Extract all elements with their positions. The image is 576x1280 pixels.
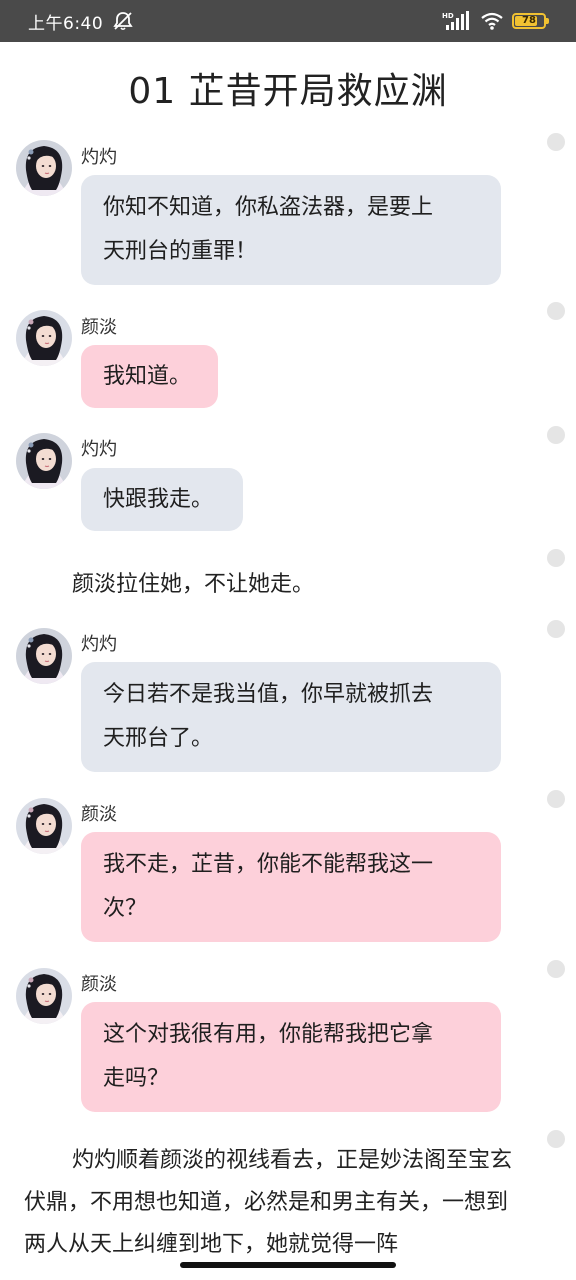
comment-dot[interactable] xyxy=(547,133,565,151)
status-time: 上午6:40 xyxy=(28,14,104,34)
dialogue-bubble[interactable]: 这个对我很有用，你能帮我把它拿 走吗？ xyxy=(81,1002,501,1112)
dialogue-text: 这个对我很有用，你能帮我把它拿 走吗？ xyxy=(103,1013,433,1101)
comment-dot[interactable] xyxy=(547,426,565,444)
comment-dot[interactable] xyxy=(547,620,565,638)
dialogue-line: 我不走，芷昔，你能不能帮我这一 xyxy=(103,852,434,877)
dialogue-text: 今日若不是我当值，你早就被抓去 天邢台了。 xyxy=(103,673,433,761)
speaker-name: 颜淡 xyxy=(81,804,117,825)
narration-text[interactable]: 颜淡拉住她，不让她走。 xyxy=(72,566,314,598)
dialogue-line: 你知不知道，你私盗法器，是要上 xyxy=(103,195,434,220)
cellular-signal-icon: HD xyxy=(442,11,469,30)
avatar-yandan[interactable] xyxy=(16,310,72,366)
dialogue-line: 天邢台了。 xyxy=(103,726,214,751)
comment-dot[interactable] xyxy=(547,549,565,567)
dialogue-bubble[interactable]: 我知道。 xyxy=(81,345,218,408)
battery-percentage: 78 xyxy=(522,15,536,26)
speaker-name: 灼灼 xyxy=(81,147,117,168)
avatar-zhuozhuo[interactable] xyxy=(16,628,72,684)
home-indicator[interactable] xyxy=(180,1262,396,1268)
comment-dot[interactable] xyxy=(547,302,565,320)
dialogue-bubble[interactable]: 快跟我走。 xyxy=(81,468,243,531)
speaker-name: 颜淡 xyxy=(81,317,117,338)
speaker-name: 颜淡 xyxy=(81,974,117,995)
chapter-title: 01 芷昔开局救应渊 xyxy=(128,71,448,112)
dialogue-text: 你知不知道，你私盗法器，是要上 天刑台的重罪！ xyxy=(103,186,433,274)
story-paragraph[interactable]: 灼灼顺着颜淡的视线看去，正是妙法阁至宝玄伏鼎，不用想也知道，必然是和男主有关，一… xyxy=(24,1140,524,1266)
comment-dot[interactable] xyxy=(547,960,565,978)
dialogue-line: 走吗？ xyxy=(103,1066,170,1091)
battery-icon: 78 xyxy=(512,13,549,29)
status-bar: 上午6:40 HD 78 xyxy=(0,0,576,42)
dialogue-text: 快跟我走。 xyxy=(103,486,214,512)
dialogue-line: 次？ xyxy=(103,896,148,921)
wifi-icon xyxy=(481,12,503,30)
dialogue-text: 我知道。 xyxy=(103,363,192,389)
avatar-zhuozhuo[interactable] xyxy=(16,433,72,489)
speaker-name: 灼灼 xyxy=(81,634,117,655)
avatar-zhuozhuo[interactable] xyxy=(16,140,72,196)
dialogue-line: 天刑台的重罪！ xyxy=(103,239,258,264)
avatar-yandan[interactable] xyxy=(16,968,72,1024)
status-icons: HD 78 xyxy=(442,10,549,32)
dialogue-bubble[interactable]: 我不走，芷昔，你能不能帮我这一 次？ xyxy=(81,832,501,942)
comment-dot[interactable] xyxy=(547,1130,565,1148)
network-type-label: HD xyxy=(442,12,454,20)
dialogue-bubble[interactable]: 今日若不是我当值，你早就被抓去 天邢台了。 xyxy=(81,662,501,772)
speaker-name: 灼灼 xyxy=(81,439,117,460)
mute-bell-icon xyxy=(113,12,133,31)
dialogue-bubble[interactable]: 你知不知道，你私盗法器，是要上 天刑台的重罪！ xyxy=(81,175,501,285)
dialogue-line: 今日若不是我当值，你早就被抓去 xyxy=(103,682,434,707)
avatar-yandan[interactable] xyxy=(16,798,72,854)
dialogue-line: 这个对我很有用，你能帮我把它拿 xyxy=(103,1022,434,1047)
comment-dot[interactable] xyxy=(547,790,565,808)
dialogue-text: 我不走，芷昔，你能不能帮我这一 次？ xyxy=(103,843,433,931)
